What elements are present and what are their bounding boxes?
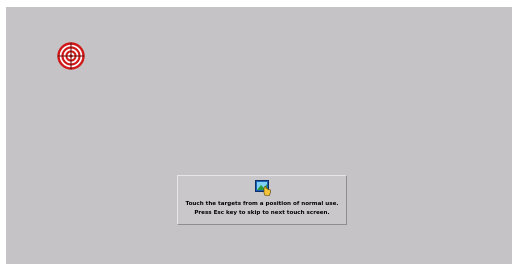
touch-hand-icon [255,180,271,196]
calibration-screen[interactable]: Touch the targets from a position of nor… [6,7,512,264]
calibration-target-icon[interactable] [57,42,85,70]
instruction-line-2: Press Esc key to skip to next touch scre… [194,210,330,216]
instruction-line-1: Touch the targets from a position of nor… [185,201,339,207]
instruction-panel: Touch the targets from a position of nor… [177,175,347,225]
